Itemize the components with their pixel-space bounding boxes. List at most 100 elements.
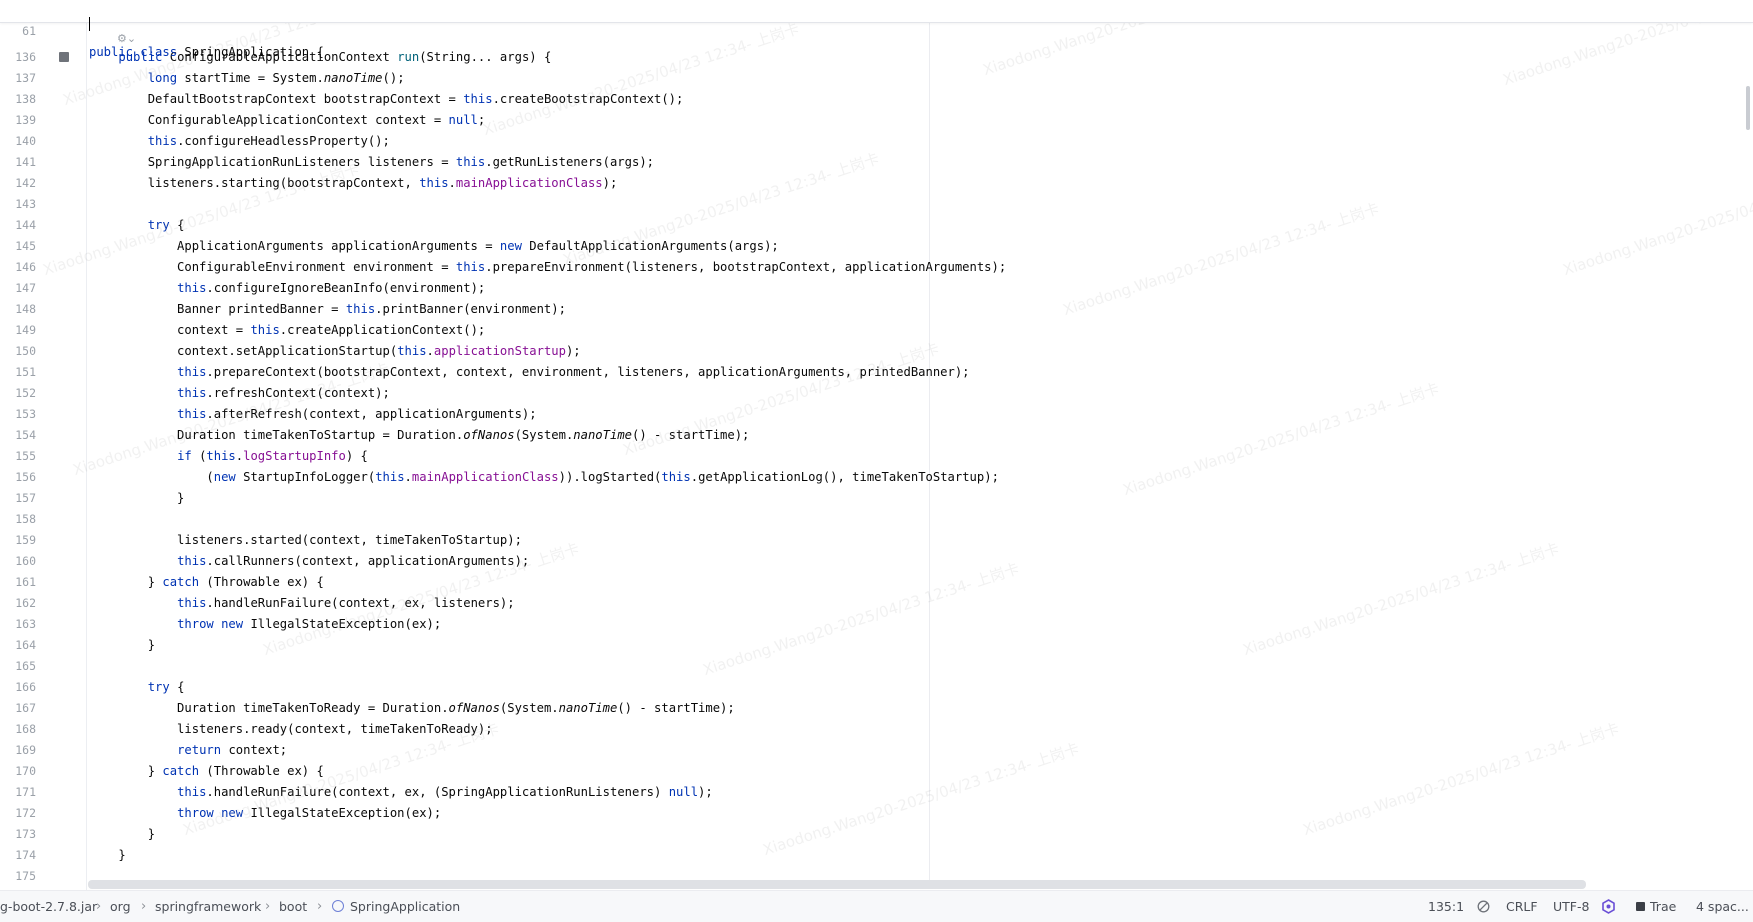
code-line[interactable]: 137 long startTime = System.nanoTime();: [0, 68, 1753, 89]
line-number[interactable]: 141: [0, 152, 36, 173]
code-line[interactable]: 172 throw new IllegalStateException(ex);: [0, 803, 1753, 824]
caret-position[interactable]: 135:1: [1428, 891, 1464, 922]
code-line[interactable]: 149 context = this.createApplicationCont…: [0, 320, 1753, 341]
trae-plugin-label[interactable]: Trae: [1650, 891, 1676, 922]
line-number[interactable]: 140: [0, 131, 36, 152]
code-line[interactable]: 151 this.prepareContext(bootstrapContext…: [0, 362, 1753, 383]
line-number[interactable]: 143: [0, 194, 36, 215]
code-line[interactable]: 150 context.setApplicationStartup(this.a…: [0, 341, 1753, 362]
code-line[interactable]: 157 }: [0, 488, 1753, 509]
code-line[interactable]: 153 this.afterRefresh(context, applicati…: [0, 404, 1753, 425]
line-number[interactable]: 167: [0, 698, 36, 719]
line-number[interactable]: 148: [0, 299, 36, 320]
code-line[interactable]: 139 ConfigurableApplicationContext conte…: [0, 110, 1753, 131]
line-number[interactable]: 149: [0, 320, 36, 341]
line-number[interactable]: 154: [0, 425, 36, 446]
code-line[interactable]: 142 listeners.starting(bootstrapContext,…: [0, 173, 1753, 194]
breadcrumb-jar[interactable]: g-boot-2.7.8.jar: [0, 891, 97, 922]
sticky-class-header[interactable]: 61 public class SpringApplication {: [0, 0, 1753, 59]
breadcrumb-springapplication[interactable]: SpringApplication: [350, 891, 460, 922]
code-line[interactable]: 173 }: [0, 824, 1753, 845]
line-number[interactable]: 157: [0, 488, 36, 509]
code-line[interactable]: 165: [0, 656, 1753, 677]
code-line[interactable]: 166 try {: [0, 677, 1753, 698]
code-token: nanoTime: [573, 428, 632, 442]
line-number[interactable]: 165: [0, 656, 36, 677]
line-number[interactable]: 160: [0, 551, 36, 572]
sticky-line[interactable]: 61 public class SpringApplication {: [0, 0, 1753, 59]
line-number[interactable]: 144: [0, 215, 36, 236]
horizontal-scrollbar[interactable]: [88, 880, 1586, 889]
code-line[interactable]: 161 } catch (Throwable ex) {: [0, 572, 1753, 593]
code-line[interactable]: 164 }: [0, 635, 1753, 656]
code-line[interactable]: 152 this.refreshContext(context);: [0, 383, 1753, 404]
line-separator[interactable]: CRLF: [1506, 891, 1538, 922]
code-line[interactable]: 170 } catch (Throwable ex) {: [0, 761, 1753, 782]
code-line[interactable]: 171 this.handleRunFailure(context, ex, (…: [0, 782, 1753, 803]
line-number[interactable]: 156: [0, 467, 36, 488]
line-number[interactable]: 139: [0, 110, 36, 131]
line-number[interactable]: 138: [0, 89, 36, 110]
line-number[interactable]: 173: [0, 824, 36, 845]
code-line[interactable]: 174 }: [0, 845, 1753, 866]
line-number[interactable]: 150: [0, 341, 36, 362]
indent-setting[interactable]: 4 spac...: [1696, 891, 1749, 922]
code-line[interactable]: 147 this.configureIgnoreBeanInfo(environ…: [0, 278, 1753, 299]
code-line[interactable]: 154 Duration timeTakenToStartup = Durati…: [0, 425, 1753, 446]
line-number[interactable]: 146: [0, 257, 36, 278]
line-number[interactable]: 163: [0, 614, 36, 635]
file-encoding[interactable]: UTF-8: [1553, 891, 1589, 922]
breadcrumb-springframework[interactable]: springframework: [155, 891, 261, 922]
code-line[interactable]: 140 this.configureHeadlessProperty();: [0, 131, 1753, 152]
line-number[interactable]: 170: [0, 761, 36, 782]
code-token: }: [89, 764, 163, 778]
code-line[interactable]: 145 ApplicationArguments applicationArgu…: [0, 236, 1753, 257]
line-number[interactable]: 171: [0, 782, 36, 803]
breadcrumb-boot[interactable]: boot: [279, 891, 307, 922]
vertical-scrollbar-thumb[interactable]: [1746, 86, 1750, 130]
code-line[interactable]: 163 throw new IllegalStateException(ex);: [0, 614, 1753, 635]
line-number[interactable]: 152: [0, 383, 36, 404]
code-line[interactable]: 146 ConfigurableEnvironment environment …: [0, 257, 1753, 278]
line-number[interactable]: 164: [0, 635, 36, 656]
code-editor[interactable]: 136 public ConfigurableApplicationContex…: [0, 0, 1753, 890]
code-token: Duration timeTakenToStartup = Duration.: [89, 428, 464, 442]
line-number[interactable]: 151: [0, 362, 36, 383]
ai-assistant-icon[interactable]: [1601, 899, 1616, 914]
line-number[interactable]: 174: [0, 845, 36, 866]
code-line[interactable]: 160 this.callRunners(context, applicatio…: [0, 551, 1753, 572]
code-line[interactable]: 141 SpringApplicationRunListeners listen…: [0, 152, 1753, 173]
line-number[interactable]: 166: [0, 677, 36, 698]
code-token: (System.: [499, 701, 559, 715]
line-number[interactable]: 159: [0, 530, 36, 551]
code-line[interactable]: 143: [0, 194, 1753, 215]
code-line[interactable]: 156 (new StartupInfoLogger(this.mainAppl…: [0, 467, 1753, 488]
line-number[interactable]: 175: [0, 866, 36, 887]
code-line[interactable]: 162 this.handleRunFailure(context, ex, l…: [0, 593, 1753, 614]
code-line[interactable]: 168 listeners.ready(context, timeTakenTo…: [0, 719, 1753, 740]
code-line[interactable]: 148 Banner printedBanner = this.printBan…: [0, 299, 1753, 320]
line-number[interactable]: 155: [0, 446, 36, 467]
line-number[interactable]: 162: [0, 593, 36, 614]
line-number[interactable]: 158: [0, 509, 36, 530]
code-token: new: [499, 239, 530, 253]
line-number[interactable]: 142: [0, 173, 36, 194]
line-number[interactable]: 145: [0, 236, 36, 257]
breadcrumb-org[interactable]: org: [110, 891, 131, 922]
line-number[interactable]: 168: [0, 719, 36, 740]
line-number[interactable]: 161: [0, 572, 36, 593]
code-line[interactable]: 167 Duration timeTakenToReady = Duration…: [0, 698, 1753, 719]
line-number[interactable]: 153: [0, 404, 36, 425]
code-line[interactable]: 159 listeners.started(context, timeTaken…: [0, 530, 1753, 551]
code-line[interactable]: 155 if (this.logStartupInfo) {: [0, 446, 1753, 467]
code-line[interactable]: 138 DefaultBootstrapContext bootstrapCon…: [0, 89, 1753, 110]
code-line[interactable]: 144 try {: [0, 215, 1753, 236]
code-line[interactable]: 158: [0, 509, 1753, 530]
no-inspections-icon[interactable]: [1477, 900, 1490, 913]
line-number[interactable]: 169: [0, 740, 36, 761]
line-number[interactable]: 172: [0, 803, 36, 824]
bookmark-icon[interactable]: [59, 52, 69, 62]
line-number[interactable]: 147: [0, 278, 36, 299]
code-token: this: [250, 323, 280, 337]
code-line[interactable]: 169 return context;: [0, 740, 1753, 761]
